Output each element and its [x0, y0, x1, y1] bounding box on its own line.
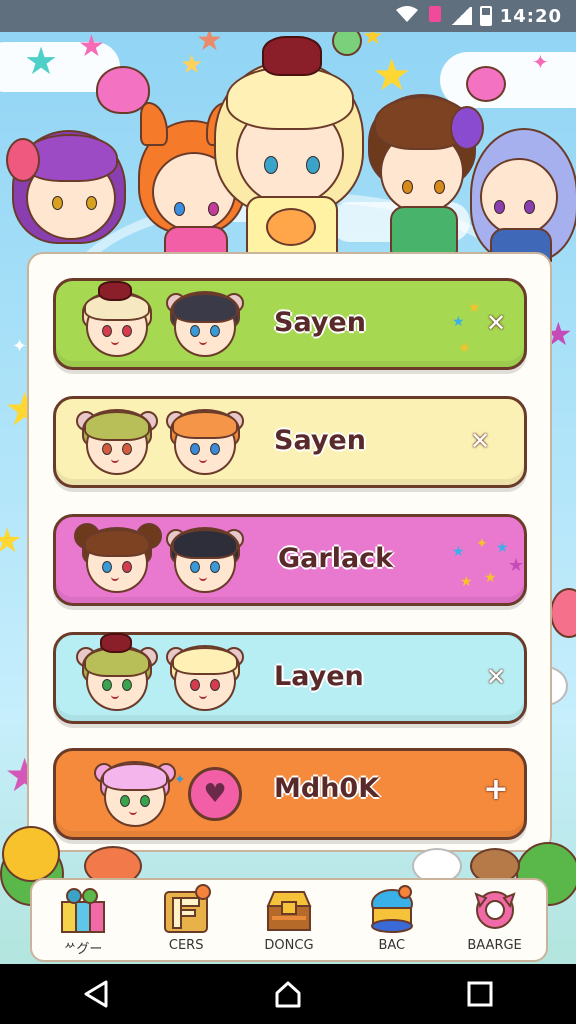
list-item[interactable]: ✦ ♥ Mdh0K +: [53, 748, 527, 840]
row-label: Mdh0K: [274, 773, 380, 804]
sparkle-icon: ★: [508, 555, 525, 576]
character-lavender: [470, 128, 576, 262]
system-nav-bar: [0, 964, 576, 1024]
avatar: [74, 523, 162, 601]
row-label: Layen: [274, 661, 364, 692]
avatar: [78, 281, 152, 365]
character-brown: [368, 94, 484, 262]
home-icon[interactable]: [258, 972, 318, 1016]
star-icon: ★: [0, 521, 23, 561]
sparkle-icon: ★: [460, 574, 473, 590]
bow-icon: [100, 633, 132, 653]
sparkle-icon: ★: [496, 540, 509, 556]
bow-icon: [98, 281, 132, 301]
avatar: [166, 289, 244, 365]
tab-bac[interactable]: BAC: [342, 880, 442, 960]
list-item[interactable]: Garlack ★ ✦ ★ ★ ★ ★: [53, 514, 527, 606]
tab-label: BAC: [378, 938, 406, 953]
sparkle-icon: ★: [458, 340, 471, 356]
character-list-panel: Sayen ★ ★ ★ ✕ Sayen ✕ Garlack ★ ✦ ★ ★ ★ …: [27, 252, 552, 852]
sparkle-icon: ★: [452, 544, 465, 560]
tab-baarge[interactable]: BAARGE: [445, 880, 545, 960]
letter-block-icon: [159, 884, 213, 936]
tab-label: BAARGE: [467, 938, 522, 953]
list-item[interactable]: Sayen ★ ★ ★ ✕: [53, 278, 527, 370]
tab-label: CERS: [168, 938, 204, 953]
bow-icon: [262, 36, 322, 76]
tab-cers[interactable]: CERS: [136, 880, 236, 960]
ribbon-badge-icon: [468, 884, 522, 936]
star-icon: ✦: [532, 50, 549, 74]
sparkle-icon: ★: [468, 300, 481, 316]
treasure-chest-icon: [262, 884, 316, 936]
tab-gift[interactable]: ᄽグー: [33, 880, 133, 960]
avatar: [76, 407, 158, 483]
avatar: [166, 407, 244, 483]
tab-doncg[interactable]: DONCG: [239, 880, 339, 960]
balloon-icon: [550, 588, 576, 638]
signal-icon: [449, 7, 472, 25]
sparkle-icon: ★: [452, 314, 465, 330]
status-time: 14:20: [499, 5, 562, 27]
header-illustration: ★ ★ ★ ★ ★ ✦ ★: [0, 32, 576, 262]
sparkle-icon: ✦: [476, 536, 488, 552]
star-icon: ★: [362, 32, 384, 50]
plus-icon[interactable]: +: [482, 772, 510, 807]
star-icon: ★: [372, 50, 412, 101]
heart-icon: ♥: [188, 767, 242, 821]
close-icon[interactable]: ✕: [466, 427, 494, 455]
avatar: [76, 633, 158, 719]
tab-label: ᄽグー: [64, 942, 103, 957]
character-purple: [6, 130, 126, 260]
cake-icon: [365, 884, 419, 936]
wifi-icon: [394, 4, 420, 29]
row-label: Sayen: [274, 425, 366, 456]
star-icon: ★: [78, 32, 105, 64]
recents-square-icon[interactable]: [450, 972, 510, 1016]
row-label: Garlack: [278, 543, 394, 574]
bottom-tab-bar: ᄽグー CERS DONCG BAC BAARGE: [30, 878, 548, 962]
tab-label: DONCG: [264, 938, 314, 953]
gift-icon: [56, 884, 110, 936]
close-icon[interactable]: ✕: [482, 663, 510, 691]
sparkle-icon: ✦: [174, 772, 186, 788]
row-label: Sayen: [274, 307, 366, 338]
sim-icon: [428, 5, 442, 28]
character-blonde: [214, 36, 364, 262]
back-triangle-icon[interactable]: [66, 972, 126, 1016]
avatar: [166, 643, 244, 719]
list-item[interactable]: Sayen ✕: [53, 396, 527, 488]
status-bar: 14:20: [0, 0, 576, 32]
avatar: [94, 759, 176, 835]
battery-icon: [479, 6, 492, 26]
avatar: [166, 525, 244, 601]
close-icon[interactable]: ✕: [482, 309, 510, 337]
sparkle-icon: ✦: [12, 336, 28, 357]
sparkle-icon: ★: [484, 570, 497, 586]
star-icon: ★: [24, 39, 59, 83]
list-item[interactable]: Layen ✕: [53, 632, 527, 724]
flower-bouquet-icon: [266, 208, 316, 246]
